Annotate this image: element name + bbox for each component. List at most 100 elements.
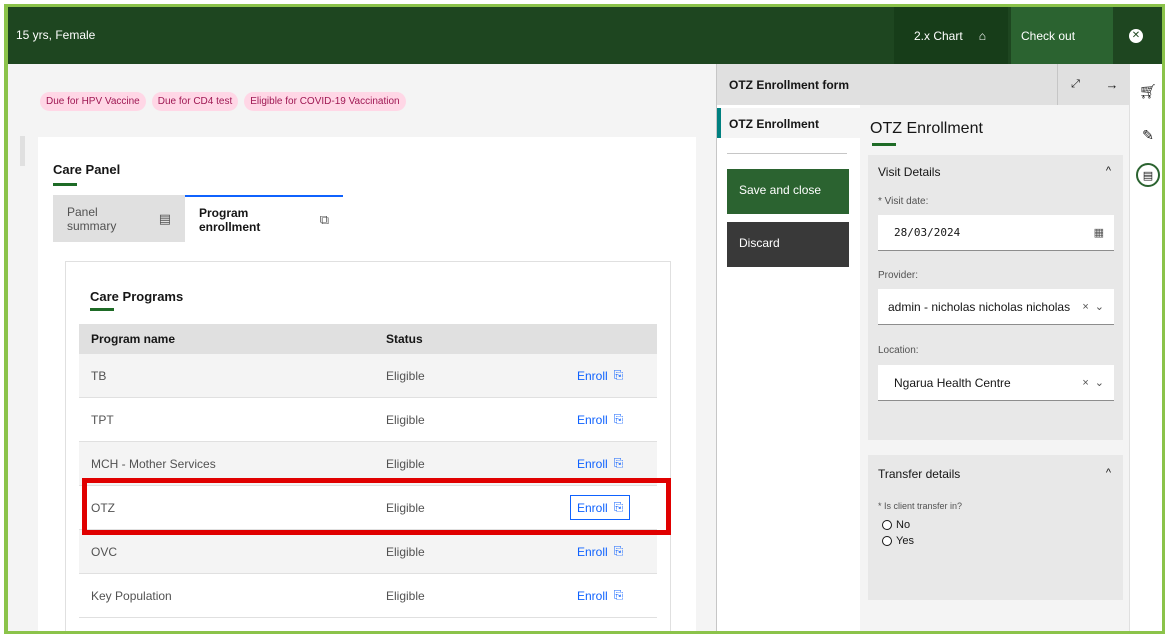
enroll-icon: ⧉ — [319, 211, 329, 227]
radio-label: Yes — [896, 535, 914, 547]
location-value: Ngarua Health Centre — [894, 375, 1011, 390]
tab-program-enrollment[interactable]: Program enrollment ⧉ — [185, 195, 343, 242]
chevron-up-icon[interactable]: ^ — [1106, 467, 1111, 479]
table-row: OVC Eligible Enroll ⎘ — [79, 530, 657, 574]
enroll-label: Enroll — [577, 500, 608, 515]
visit-date-label: * Visit date: — [878, 196, 929, 207]
hide-workspace-button[interactable]: → — [1094, 64, 1130, 105]
clear-icon[interactable]: × — [1082, 377, 1088, 389]
enroll-label: Enroll — [577, 456, 608, 471]
tab-label: Program enrollment — [199, 205, 261, 234]
radio-no[interactable]: No — [882, 519, 910, 531]
clinical-forms-button[interactable]: ▤ — [1130, 160, 1162, 190]
tab-label: Panel summary — [67, 204, 117, 233]
enroll-label: Enroll — [577, 412, 608, 427]
enroll-button[interactable]: Enroll ⎘ — [570, 363, 630, 388]
location-select[interactable]: Ngarua Health Centre × ⌄ — [878, 365, 1114, 401]
workspace-panel: OTZ Enrollment form ⤢ → OTZ Enrollment S… — [716, 64, 1130, 631]
visit-note-button[interactable]: ✎ — [1130, 120, 1162, 150]
programs-table: Program name Status TB Eligible Enroll ⎘ … — [79, 324, 657, 618]
program-name: OVC — [91, 544, 118, 559]
workspace-header: OTZ Enrollment form ⤢ → — [717, 64, 1130, 105]
chevron-up-icon[interactable]: ^ — [1106, 165, 1111, 177]
radio-label: No — [896, 519, 911, 531]
tab-panel-summary[interactable]: Panel summary ▤ — [53, 195, 185, 242]
clear-icon[interactable]: × — [1082, 301, 1088, 313]
document-add-icon: ⎘ — [613, 456, 624, 470]
transfer-question: * Is client transfer in? — [878, 501, 963, 511]
chevron-down-icon[interactable]: ⌄ — [1095, 300, 1104, 313]
provider-value: admin - nicholas nicholas nicholas — [888, 299, 1071, 314]
chart-button[interactable]: 2.x Chart ⌂ — [894, 7, 1008, 64]
title-underline — [53, 183, 77, 186]
transfer-details-section: Transfer details ^ * Is client transfer … — [868, 455, 1123, 600]
column-header: Status — [386, 332, 423, 346]
visit-date-value: 28/03/2024 — [894, 226, 961, 239]
document-icon: ▤ — [1136, 163, 1160, 187]
program-status: Eligible — [386, 588, 425, 603]
program-status: Eligible — [386, 368, 425, 383]
patient-chart-main: Due for HPV Vaccine Due for CD4 test Eli… — [8, 64, 716, 631]
section-heading: Visit Details — [878, 165, 941, 179]
save-and-close-button[interactable]: Save and close — [727, 169, 849, 214]
check-out-button[interactable]: Check out — [1011, 7, 1113, 64]
action-rail: 🛒︎ ✎ ▤ — [1129, 64, 1162, 631]
form-nav-item[interactable]: OTZ Enrollment — [717, 108, 860, 138]
table-row: TPT Eligible Enroll ⎘ — [79, 398, 657, 442]
radio-yes[interactable]: Yes — [882, 535, 914, 547]
close-patient-button[interactable]: ✕ — [1110, 7, 1162, 64]
table-row: Key Population Eligible Enroll ⎘ — [79, 574, 657, 618]
care-programs-card: Care Programs Program name Status TB Eli… — [65, 261, 671, 631]
program-name: MCH - Mother Services — [91, 456, 216, 471]
program-status: Eligible — [386, 544, 425, 559]
home-icon: ⌂ — [978, 28, 986, 43]
document-add-icon: ⎘ — [613, 588, 624, 602]
visit-details-section: Visit Details ^ * Visit date: 28/03/2024… — [868, 155, 1123, 440]
column-header: Program name — [91, 332, 176, 346]
form-nav: OTZ Enrollment Save and close Discard — [717, 105, 860, 631]
table-icon: ▤ — [158, 210, 171, 226]
program-name: TB — [91, 368, 107, 383]
provider-select[interactable]: admin - nicholas nicholas nicholas × ⌄ — [878, 289, 1114, 325]
care-panel-tabs: Panel summary ▤ Program enrollment ⧉ — [53, 195, 343, 242]
alert-tags: Due for HPV Vaccine Due for CD4 test Eli… — [40, 92, 406, 111]
order-basket-button[interactable]: 🛒︎ — [1130, 76, 1162, 106]
enroll-label: Enroll — [577, 544, 608, 559]
chevron-down-icon[interactable]: ⌄ — [1095, 376, 1104, 389]
table-row: TB Eligible Enroll ⎘ — [79, 354, 657, 398]
patient-info: 15 yrs, Female — [16, 28, 96, 42]
program-name: TPT — [91, 412, 114, 427]
radio-circle-icon — [882, 520, 892, 530]
program-status: Eligible — [386, 412, 425, 427]
program-name: Key Population — [91, 588, 172, 603]
pen-icon: ✎ — [1142, 126, 1154, 143]
enroll-button[interactable]: Enroll ⎘ — [570, 539, 630, 564]
discard-button[interactable]: Discard — [727, 222, 849, 267]
alert-tag: Due for CD4 test — [151, 92, 239, 111]
enroll-label: Enroll — [577, 368, 608, 383]
enroll-button[interactable]: Enroll ⎘ — [570, 583, 630, 608]
table-body: TB Eligible Enroll ⎘ TPT Eligible Enroll ⎘… — [79, 354, 657, 618]
patient-banner: 15 yrs, Female 2.x Chart ⌂ Check out ✕ — [8, 7, 1162, 64]
enroll-otz-button[interactable]: Enroll ⎘ — [570, 495, 631, 520]
radio-circle-icon — [882, 536, 892, 546]
table-row: MCH - Mother Services Eligible Enroll ⎘ — [79, 442, 657, 486]
workspace-title: OTZ Enrollment form — [729, 78, 849, 92]
section-heading: Transfer details — [878, 467, 961, 481]
care-programs-title: Care Programs — [90, 289, 184, 304]
alert-tag: Due for HPV Vaccine — [40, 92, 146, 111]
shopping-cart-icon: 🛒︎ — [1139, 82, 1157, 99]
maximize-button[interactable]: ⤢ — [1057, 64, 1093, 105]
program-name: OTZ — [91, 500, 115, 515]
divider — [727, 153, 847, 154]
check-out-label: Check out — [1021, 28, 1076, 43]
document-add-icon: ⎘ — [613, 500, 624, 514]
enroll-button[interactable]: Enroll ⎘ — [570, 451, 630, 476]
enroll-button[interactable]: Enroll ⎘ — [570, 407, 630, 432]
visit-date-input[interactable]: 28/03/2024 ▦ — [878, 215, 1114, 251]
side-handle[interactable] — [20, 136, 25, 166]
location-label: Location: — [878, 345, 919, 356]
calendar-icon[interactable]: ▦ — [1094, 226, 1104, 239]
table-row: OTZ Eligible Enroll ⎘ — [79, 486, 657, 530]
enroll-label: Enroll — [577, 588, 608, 603]
